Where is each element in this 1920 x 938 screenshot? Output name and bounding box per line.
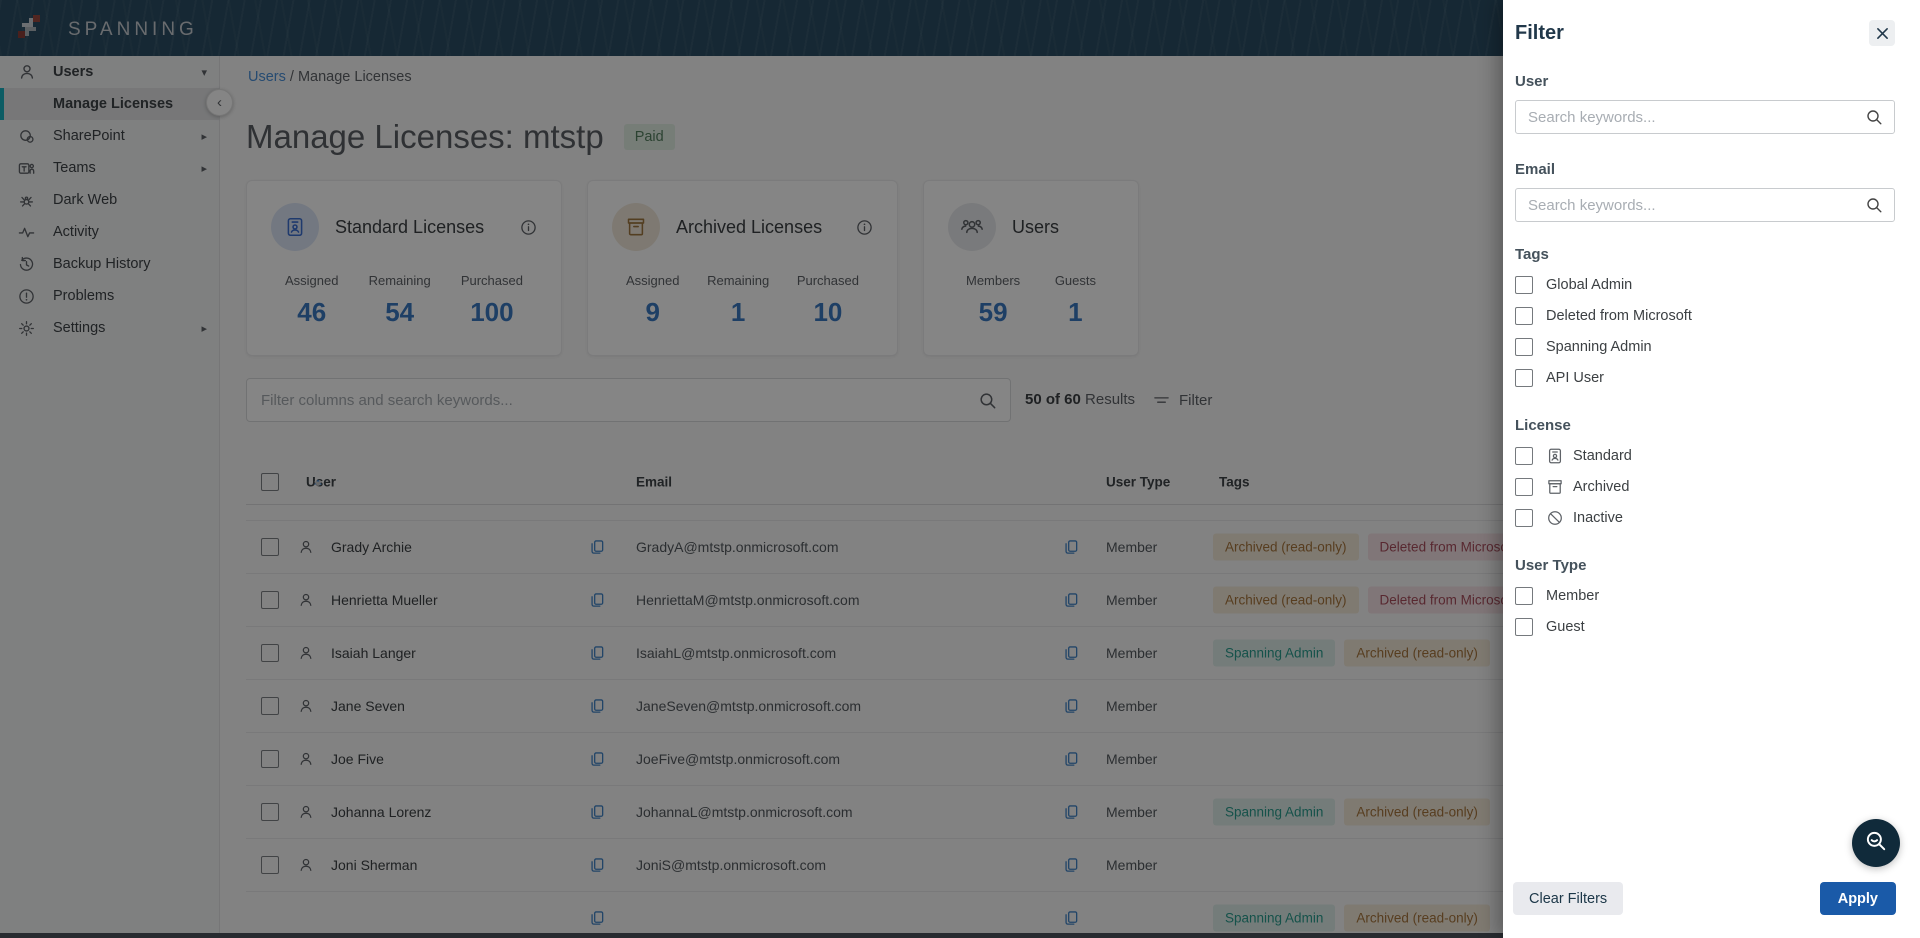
checkbox[interactable] — [1515, 306, 1533, 325]
clear-filters-button[interactable]: Clear Filters — [1513, 882, 1624, 915]
filter-option[interactable]: API User — [1515, 362, 1895, 393]
search-icon — [1865, 196, 1883, 219]
filter-option-label: Guest — [1546, 618, 1585, 635]
search-icon — [1865, 108, 1883, 131]
close-icon[interactable] — [1869, 20, 1895, 46]
checkbox[interactable] — [1515, 368, 1533, 387]
search-help-widget-button[interactable] — [1852, 819, 1900, 867]
filter-user-search-input[interactable] — [1515, 100, 1895, 134]
filter-option[interactable]: Deleted from Microsoft — [1515, 300, 1895, 331]
filter-section-title: User Type — [1515, 557, 1587, 574]
checkbox[interactable] — [1515, 617, 1533, 636]
apply-button[interactable]: Apply — [1819, 882, 1896, 915]
filter-option-label: API User — [1546, 369, 1605, 386]
filter-section: Tags Global Admin Deleted from Microsoft Sp… — [1515, 246, 1895, 393]
filter-option-label: Standard — [1573, 447, 1632, 464]
filter-section-title: Tags — [1515, 246, 1549, 263]
idcard-icon — [1546, 447, 1564, 465]
magnifier-smile-icon — [1863, 828, 1889, 859]
filter-option[interactable]: Global Admin — [1515, 269, 1895, 300]
filter-option-label: Global Admin — [1546, 276, 1633, 293]
filter-option[interactable]: Standard — [1515, 440, 1895, 471]
filter-option[interactable]: Member — [1515, 580, 1895, 611]
filter-panel: Filter User Email TagsGlobal — [1503, 0, 1920, 938]
filter-section: License Standard Archived Inactive — [1515, 417, 1895, 533]
checkbox[interactable] — [1515, 337, 1533, 356]
filter-section: User Type Member Guest — [1515, 557, 1895, 642]
filter-section-title: License — [1515, 417, 1571, 434]
filter-panel-title: Filter — [1515, 21, 1564, 44]
checkbox[interactable] — [1515, 275, 1533, 294]
checkbox[interactable] — [1515, 446, 1533, 465]
app-screen: SPANNING Users ▾ Manage Licenses SharePo… — [0, 0, 1920, 938]
filter-user-label: User — [1515, 73, 1549, 90]
checkbox[interactable] — [1515, 477, 1533, 496]
archive-icon — [1546, 478, 1564, 496]
filter-email-label: Email — [1515, 161, 1556, 178]
filter-option[interactable]: Guest — [1515, 611, 1895, 642]
filter-option-label: Spanning Admin — [1546, 338, 1652, 355]
checkbox[interactable] — [1515, 508, 1533, 527]
checkbox[interactable] — [1515, 586, 1533, 605]
filter-option-label: Deleted from Microsoft — [1546, 307, 1692, 324]
filter-email-search-input[interactable] — [1515, 188, 1895, 222]
inactive-icon — [1546, 509, 1564, 527]
filter-option[interactable]: Inactive — [1515, 502, 1895, 533]
filter-option-label: Inactive — [1573, 509, 1623, 526]
modal-dim-overlay[interactable] — [0, 0, 1503, 938]
filter-option[interactable]: Spanning Admin — [1515, 331, 1895, 362]
filter-sections: Tags Global Admin Deleted from Microsoft Sp… — [1515, 246, 1895, 642]
filter-option-label: Archived — [1573, 478, 1630, 495]
filter-option-label: Member — [1546, 587, 1600, 604]
filter-option[interactable]: Archived — [1515, 471, 1895, 502]
